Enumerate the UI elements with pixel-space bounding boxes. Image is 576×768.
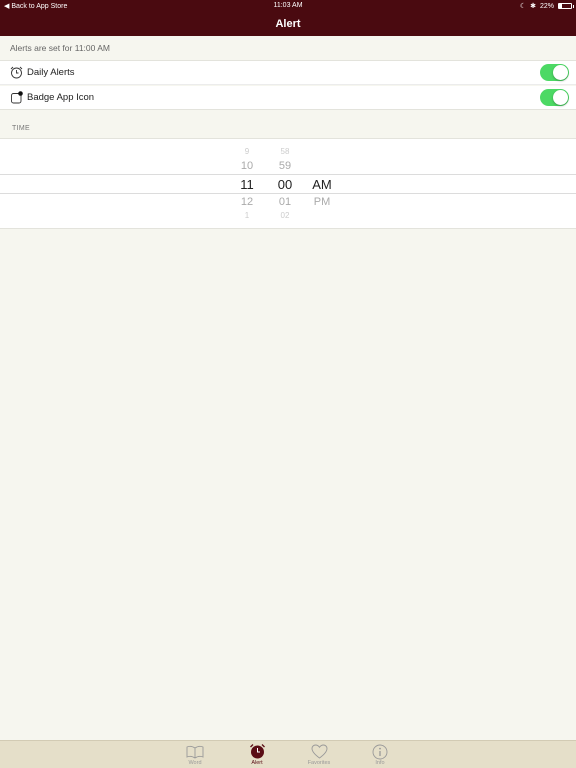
time-section-label: TIME: [12, 125, 30, 132]
toggle-knob: [553, 90, 568, 105]
minute-option: 01: [278, 196, 292, 208]
period-option: PM: [313, 196, 331, 208]
alert-summary-text: Alerts are set for 11:00 AM: [10, 43, 110, 53]
status-time: 11:03 AM: [273, 2, 303, 9]
time-section-header: TIME: [0, 111, 576, 138]
status-bar: ◀ Back to App Store 11:03 AM ☾ ✱ 22%: [0, 0, 576, 12]
badge-icon: [9, 91, 23, 105]
daily-alerts-toggle[interactable]: [540, 64, 569, 81]
book-icon: [175, 743, 215, 760]
period-wheel[interactable]: AM PM: [305, 139, 339, 230]
hour-selected: 11: [240, 177, 254, 192]
daily-alerts-label: Daily Alerts: [27, 67, 75, 78]
tab-alert[interactable]: Alert: [237, 743, 277, 766]
minute-option: 58: [280, 147, 290, 156]
bluetooth-icon: ✱: [530, 3, 536, 10]
minute-option: 02: [280, 211, 290, 220]
minute-option: 59: [278, 160, 292, 172]
tab-label: Word: [188, 760, 202, 766]
tab-bar: Word Alert Favorites Info: [0, 740, 576, 768]
hour-option: 1: [244, 211, 250, 220]
tab-label: Favorites: [307, 760, 331, 766]
minute-selected: 00: [277, 177, 293, 192]
hour-wheel[interactable]: 9 10 11 12 1: [230, 139, 264, 230]
badge-app-icon-label: Badge App Icon: [27, 92, 95, 103]
battery-percent: 22%: [539, 2, 554, 10]
tab-label: Info: [375, 760, 385, 766]
moon-icon: ☾: [519, 3, 527, 10]
tab-favorites[interactable]: Favorites: [299, 743, 339, 766]
toggle-knob: [553, 65, 568, 80]
info-icon: [360, 743, 400, 760]
battery-icon: [558, 3, 574, 9]
period-selected: AM: [312, 177, 332, 192]
alert-summary: Alerts are set for 11:00 AM: [0, 36, 576, 61]
tab-label: Alert: [251, 760, 263, 766]
hour-option: 9: [244, 147, 250, 156]
hour-option: 10: [240, 160, 254, 172]
nav-bar: Alert: [0, 12, 576, 36]
hour-option: 12: [240, 196, 254, 208]
daily-alerts-row: Daily Alerts: [0, 61, 576, 85]
status-right: ☾ ✱ 22%: [519, 2, 574, 10]
minute-wheel[interactable]: 58 59 00 01 02: [268, 139, 302, 230]
tab-info[interactable]: Info: [360, 743, 400, 766]
alarm-clock-icon: [237, 743, 277, 760]
badge-app-icon-toggle[interactable]: [540, 89, 569, 106]
time-picker[interactable]: 9 10 11 12 1 58 59 00 01 02 AM PM: [0, 138, 576, 229]
page-title: Alert: [275, 18, 301, 30]
badge-app-icon-row: Badge App Icon: [0, 86, 576, 110]
alarm-clock-icon: [9, 66, 23, 80]
heart-icon: [299, 743, 339, 760]
tab-word[interactable]: Word: [175, 743, 215, 766]
